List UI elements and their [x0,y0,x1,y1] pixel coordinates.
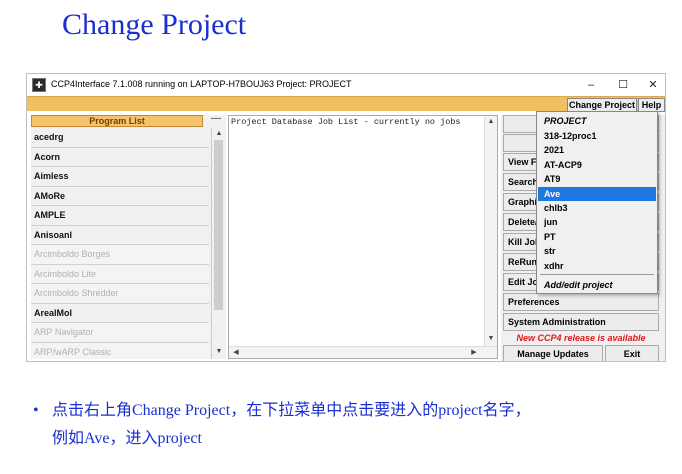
instruction-line-1: 点击右上角Change Project，在下拉菜单中点击要进入的project名… [52,402,531,419]
job-list-status: Project Database Job List - currently no… [231,117,461,127]
program-list: acedrg Acorn Aimless AMoRe AMPLE Anisoanl Arci… [31,128,209,359]
project-menu-item[interactable]: 318-12proc1 [538,129,656,143]
preferences-button[interactable]: Preferences [503,293,659,311]
program-list-panel: Program List — acedrg Acorn Aimless AMoRe AM… [31,114,226,359]
job-list-vscrollbar[interactable]: ▲ ▼ [484,116,497,346]
menubar: Change Project Help [27,96,665,112]
minimize-button[interactable]: – [581,77,601,93]
maximize-button[interactable]: ☐ [613,77,633,93]
project-menu-item[interactable]: str [538,244,656,258]
release-notice: New CCP4 release is available [516,333,646,343]
manage-updates-button[interactable]: Manage Updates [503,345,603,361]
project-menu-item[interactable]: xdhr [538,259,656,273]
scroll-thumb[interactable] [214,140,223,310]
project-menu-item[interactable]: PT [538,230,656,244]
program-list-item[interactable]: ARP Navigator [31,323,209,343]
program-list-item[interactable]: Acorn [31,147,209,167]
program-list-item[interactable]: AMoRe [31,186,209,206]
collapse-icon[interactable]: — [207,114,225,127]
exit-button[interactable]: Exit [605,345,659,361]
project-menu-item[interactable]: 2021 [538,143,656,157]
scroll-up-icon[interactable]: ▲ [486,117,496,127]
project-menu-item[interactable]: AT9 [538,172,656,186]
job-list-hscrollbar[interactable]: ◀ ▶ [229,346,497,358]
job-list-panel: Project Database Job List - currently no… [228,115,498,359]
program-list-item[interactable]: Anisoanl [31,225,209,245]
project-menu-item[interactable]: Ave [538,186,656,201]
change-project-dropdown: PROJECT 318-12proc1 2021 AT-ACP9 AT9 Ave chlb… [536,111,658,294]
scroll-down-icon[interactable]: ▼ [486,334,496,344]
ccp4-app-icon: ✚ [32,78,46,92]
project-menu-item[interactable]: AT-ACP9 [538,158,656,172]
program-list-item[interactable]: Aimless [31,167,209,187]
help-button[interactable]: Help [638,98,665,112]
program-list-item[interactable]: Arcimboldo Lite [31,264,209,285]
scroll-right-icon[interactable]: ▶ [469,348,479,358]
scroll-up-icon[interactable]: ▲ [214,129,224,139]
program-list-item[interactable]: ARP/wARP Classic [31,342,209,359]
project-menu-item[interactable]: chlb3 [538,201,656,215]
instruction-line-2: 例如Ave，进入project [52,430,202,447]
program-list-item[interactable]: AMPLE [31,206,209,226]
system-administration-button[interactable]: System Administration [503,313,659,331]
program-list-item[interactable]: acedrg [31,128,209,148]
add-edit-project-item[interactable]: Add/edit project [538,278,656,292]
scroll-left-icon[interactable]: ◀ [231,348,241,358]
close-button[interactable]: ✕ [643,77,663,93]
window-title: CCP4Interface 7.1.008 running on LAPTOP-… [51,79,352,89]
bullet-icon: • [33,402,39,419]
program-list-scrollbar[interactable]: ▲ ▼ [211,128,225,359]
dropdown-separator [540,274,654,275]
program-list-item[interactable]: Arcimboldo Shredder [31,284,209,304]
program-list-item[interactable]: Arcimboldo Borges [31,245,209,265]
project-menu-item[interactable]: jun [538,215,656,229]
change-project-button[interactable]: Change Project [567,98,637,112]
dropdown-current-project: PROJECT [544,116,587,126]
program-list-header[interactable]: Program List [31,115,203,127]
program-list-item[interactable]: ArealMol [31,303,209,324]
window-titlebar: ✚ CCP4Interface 7.1.008 running on LAPTO… [27,74,665,96]
slide-title: Change Project [62,8,247,41]
scroll-down-icon[interactable]: ▼ [214,347,224,357]
